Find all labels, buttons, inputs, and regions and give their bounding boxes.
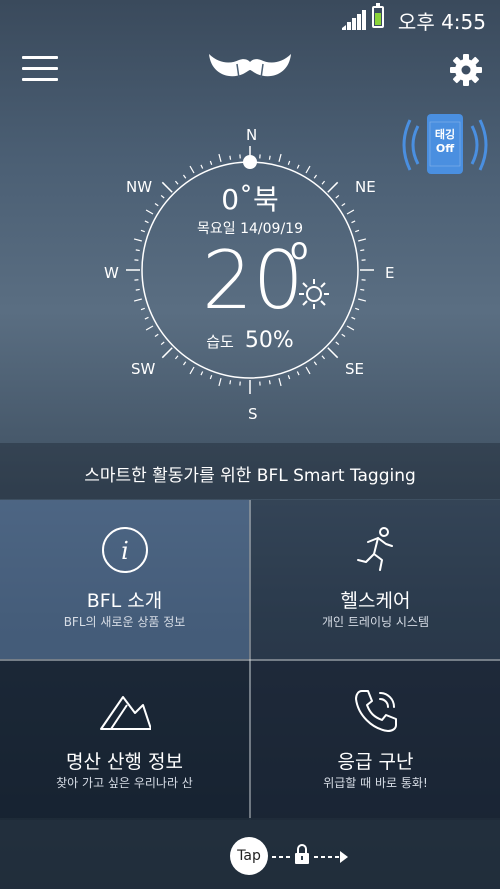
direction-e: E: [385, 264, 395, 282]
compass-tick: [313, 361, 318, 366]
grid-divider-horizontal: [0, 659, 500, 661]
phone-call-icon: [355, 690, 397, 732]
compass-tick: [360, 249, 365, 252]
compass-tick: [182, 361, 187, 366]
compass-tick: [133, 298, 142, 302]
compass-tick: [305, 366, 311, 375]
compass-tick: [229, 380, 232, 385]
signal-icon: [342, 10, 366, 30]
menu-line: [22, 67, 58, 70]
menu-grid: i BFL 소개 BFL의 새로운 상품 정보 헬스케어 개인 트레이닝 시스템…: [0, 500, 500, 820]
menu-subtitle: BFL의 새로운 상품 정보: [63, 615, 186, 629]
compass-tick: [144, 316, 149, 320]
compass-tick: [278, 153, 282, 162]
direction-w: W: [104, 264, 119, 282]
direction-se: SE: [345, 360, 364, 378]
compass-tick: [209, 375, 213, 380]
sun-icon: [299, 279, 329, 309]
direction-s: S: [248, 405, 258, 423]
status-bar: 오후 4:55: [0, 0, 500, 36]
menu-subtitle: 찾아 가고 싶은 우리나라 산: [56, 776, 193, 790]
tagging-label-title: 태깅: [434, 128, 456, 141]
compass-tick: [296, 371, 300, 376]
compass-tick: [218, 153, 222, 162]
mountain-icon: [100, 696, 151, 730]
lock-icon[interactable]: [268, 844, 348, 868]
compass-tick: [140, 307, 145, 311]
svg-text:i: i: [121, 537, 129, 565]
compass-tick: [209, 160, 213, 165]
info-icon: i: [102, 527, 148, 573]
compass-tick: [135, 288, 140, 291]
menu-emergency-rescue[interactable]: 응급 구난 위급할 때 바로 통화!: [251, 661, 500, 820]
compass-tick: [358, 298, 367, 302]
menu-line: [22, 78, 58, 81]
compass-tick: [287, 160, 291, 165]
compass-tick: [278, 378, 282, 387]
menu-subtitle: 위급할 때 바로 통화!: [323, 776, 428, 790]
status-time: 오후 4:55: [397, 10, 486, 34]
temperature-unit: o: [290, 232, 309, 267]
compass-tick: [360, 288, 365, 291]
menu-title: 명산 산행 정보: [66, 751, 183, 773]
compass-tick: [268, 380, 271, 385]
compass-tick: [268, 155, 271, 160]
menu-mountain-info[interactable]: 명산 산행 정보 찾아 가고 싶은 우리나라 산: [0, 661, 249, 820]
gear-icon[interactable]: [450, 54, 482, 86]
banner-text: 스마트한 활동가를 위한 BFL Smart Tagging: [84, 466, 416, 486]
menu-title: 헬스케어: [340, 590, 411, 612]
compass-tick: [355, 307, 360, 311]
compass-tick: [358, 238, 367, 242]
bottom-bar: Tap: [0, 818, 500, 889]
compass-tick: [200, 371, 204, 376]
mustache-logo: [209, 54, 291, 79]
tap-button[interactable]: Tap: [230, 837, 268, 875]
top-bar: [0, 36, 500, 102]
compass-tick: [229, 155, 232, 160]
compass-tick: [351, 316, 356, 320]
smart-tagging-banner: 스마트한 활동가를 위한 BFL Smart Tagging: [0, 443, 500, 499]
compass-tick: [296, 164, 300, 169]
compass-tick: [189, 165, 195, 174]
direction-sw: SW: [131, 360, 156, 378]
humidity-label: 습도: [206, 333, 234, 351]
compass-tick: [305, 165, 311, 174]
menu-subtitle: 개인 트레이닝 시스템: [322, 615, 429, 629]
compass-tick: [135, 249, 140, 252]
tagging-toggle-button[interactable]: 태깅 Off: [400, 112, 490, 178]
tagging-status-label: 태깅 Off: [432, 128, 458, 156]
temperature-value: 20: [202, 234, 304, 327]
humidity-value: 50%: [244, 328, 294, 353]
compass-tick: [218, 378, 222, 387]
menu-bfl-intro[interactable]: i BFL 소개 BFL의 새로운 상품 정보: [0, 500, 249, 659]
humidity-readout: 습도 50%: [0, 328, 500, 353]
compass-tick: [321, 355, 326, 360]
menu-title: 응급 구난: [337, 751, 414, 773]
battery-icon: [372, 3, 384, 28]
compass-tick: [189, 366, 195, 375]
heading-marker: [243, 155, 257, 169]
menu-title: BFL 소개: [86, 590, 163, 612]
compass-tick: [133, 238, 142, 242]
direction-n: N: [246, 126, 258, 144]
heading-readout: 0˚북: [221, 183, 279, 216]
compass-tick: [174, 355, 179, 360]
running-person-icon: [357, 527, 393, 571]
menu-line: [22, 56, 58, 59]
tagging-label-state: Off: [435, 142, 455, 155]
menu-healthcare[interactable]: 헬스케어 개인 트레이닝 시스템: [251, 500, 500, 659]
hamburger-menu-button[interactable]: [22, 56, 58, 84]
compass-tick: [200, 164, 204, 169]
compass-tick: [287, 375, 291, 380]
